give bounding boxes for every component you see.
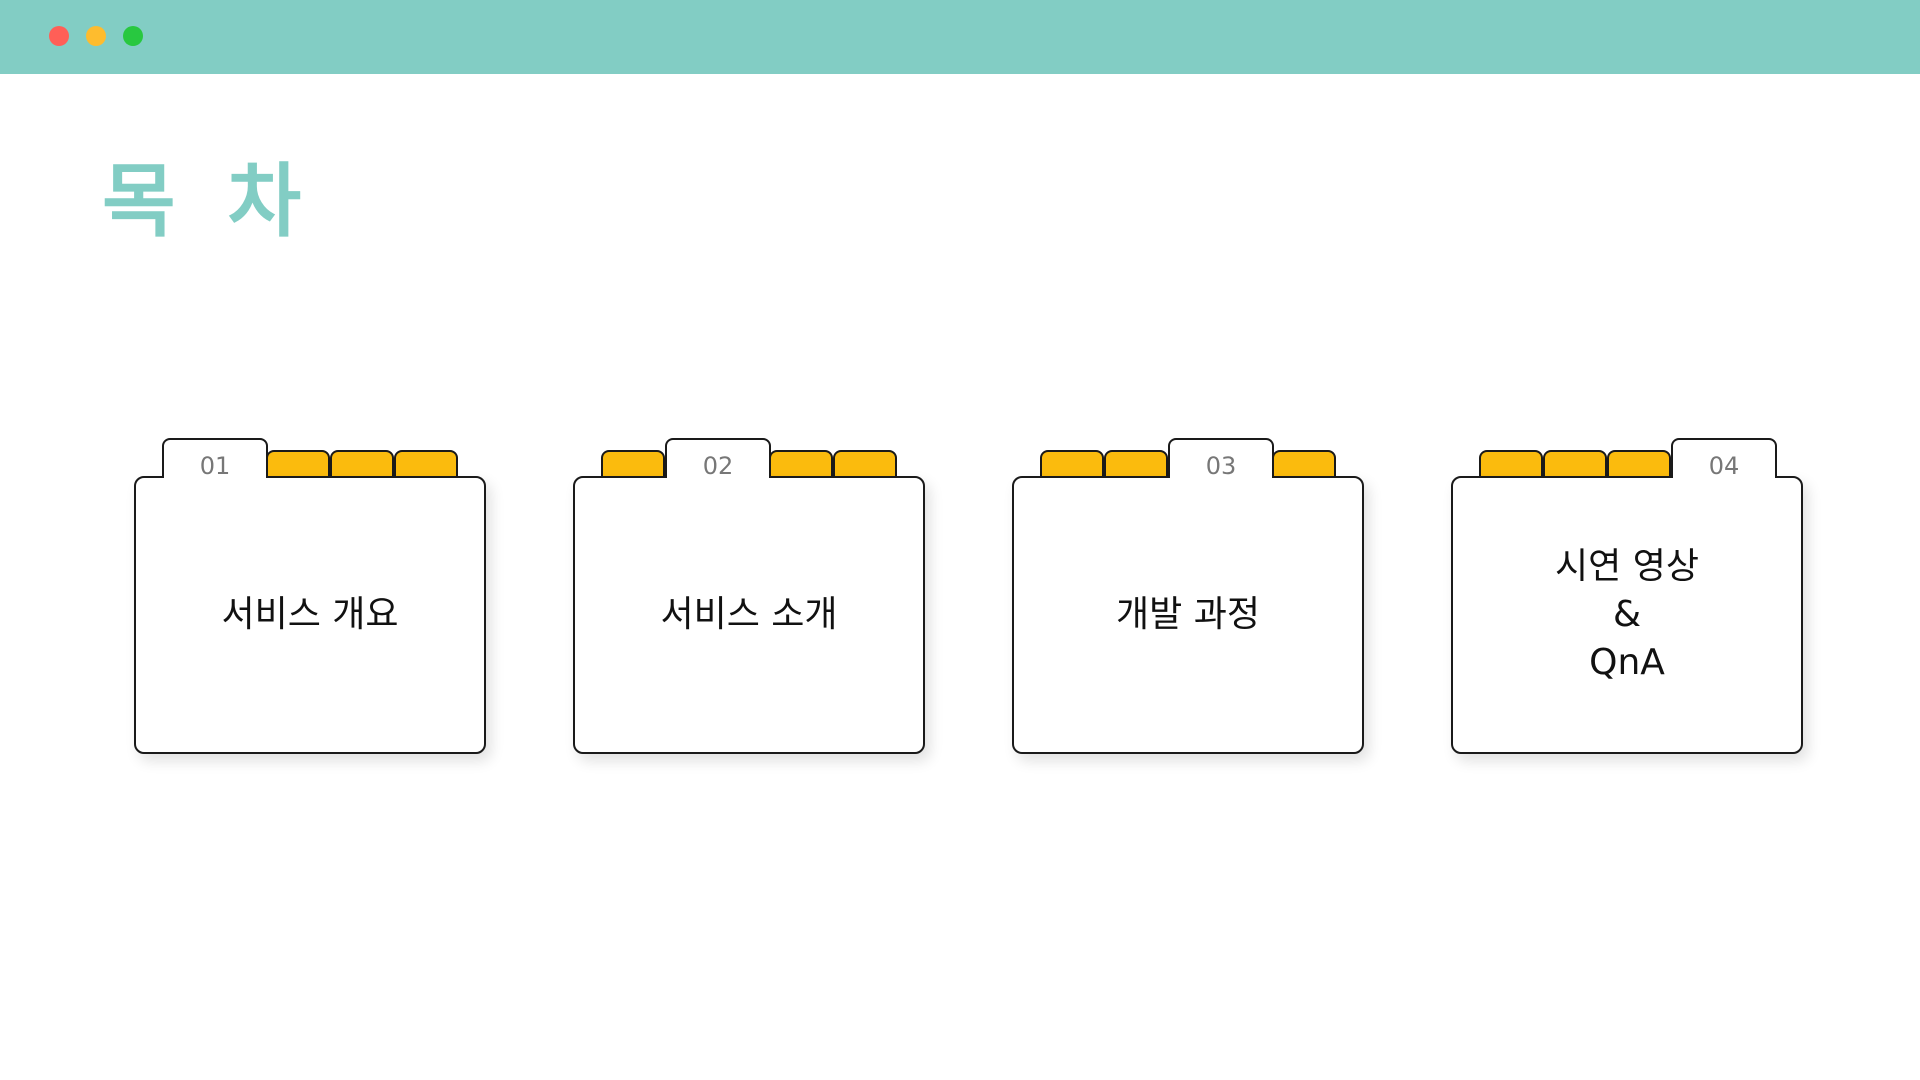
section-folder-01[interactable]: 01 서비스 개요	[134, 438, 486, 754]
minimize-button[interactable]	[86, 26, 106, 46]
section-folder-04[interactable]: 04 시연 영상 & QnA	[1451, 438, 1803, 754]
folder-tab-number: 01	[162, 438, 268, 480]
page-title: 목 차	[102, 155, 314, 248]
folder-tab-number: 04	[1671, 438, 1777, 480]
section-label: 개발 과정	[1012, 476, 1364, 754]
folder-tab-number: 03	[1168, 438, 1274, 480]
section-label-line: &	[1612, 594, 1642, 635]
section-label: 서비스 소개	[573, 476, 925, 754]
section-label-line: 개발 과정	[1116, 594, 1260, 635]
section-folder-02[interactable]: 02 서비스 소개	[573, 438, 925, 754]
title-bar	[0, 0, 1920, 74]
slide-window: 목 차 01 서비스 개요 02 서비스 소개 03 개발 과정 04 시연 영…	[0, 0, 1920, 1080]
section-label-line: 서비스 개요	[221, 594, 399, 635]
folder-tab-number: 02	[665, 438, 771, 480]
section-label: 서비스 개요	[134, 476, 486, 754]
section-label: 시연 영상 & QnA	[1451, 476, 1803, 754]
section-label-line: QnA	[1589, 642, 1665, 683]
section-folder-03[interactable]: 03 개발 과정	[1012, 438, 1364, 754]
maximize-button[interactable]	[123, 26, 143, 46]
section-label-line: 시연 영상	[1555, 546, 1699, 587]
section-label-line: 서비스 소개	[660, 594, 838, 635]
close-button[interactable]	[49, 26, 69, 46]
